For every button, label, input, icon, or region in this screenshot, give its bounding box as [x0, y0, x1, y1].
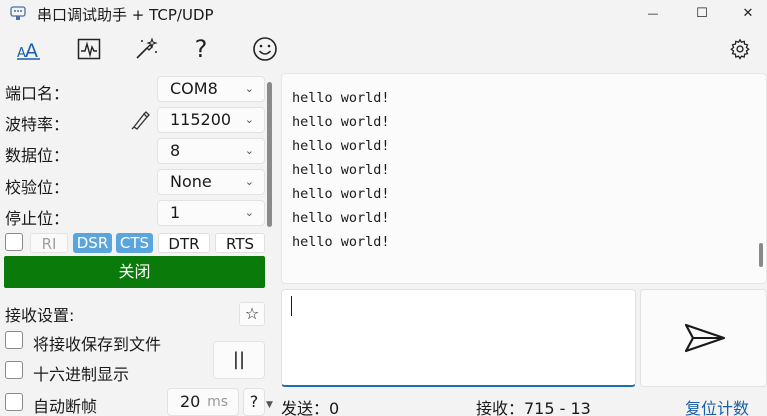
baud-value: 115200: [170, 110, 232, 129]
chevron-down-icon: ⌄: [244, 206, 254, 219]
receive-area[interactable]: hello world! hello world! hello world! h…: [281, 73, 767, 284]
databits-label: 数据位：: [5, 146, 70, 165]
cts-indicator: CTS: [116, 233, 153, 253]
emoji-icon: [253, 37, 277, 61]
frame-interval-unit: ms: [207, 394, 228, 410]
baud-select[interactable]: 115200 ⌄: [157, 107, 265, 133]
frame-interval-input[interactable]: 20 ms: [167, 388, 239, 416]
receive-line: hello world!: [292, 90, 390, 106]
databits-select[interactable]: 8 ⌄: [157, 138, 265, 164]
auto-frame-label: 自动断帧: [33, 397, 98, 416]
parity-select[interactable]: None ⌄: [157, 169, 265, 195]
receive-line: hello world!: [292, 138, 390, 154]
auto-frame-checkbox[interactable]: [5, 393, 23, 411]
send-icon: [684, 323, 726, 353]
dtr-toggle[interactable]: DTR: [158, 233, 210, 253]
stopbits-select[interactable]: 1 ⌄: [157, 200, 265, 226]
dsr-indicator: DSR: [73, 233, 112, 253]
settings-icon: [730, 38, 750, 60]
chevron-down-icon: ⌄: [244, 113, 254, 126]
receive-line: hello world!: [292, 210, 390, 226]
waveform-button[interactable]: [74, 34, 104, 64]
receive-line: hello world!: [292, 162, 390, 178]
font-icon: A A: [17, 40, 40, 61]
title-bar: 串口调试助手 + TCP/UDP — ☐ ✕: [0, 0, 767, 26]
signals-checkbox[interactable]: [5, 233, 23, 251]
help-icon: ?: [194, 35, 208, 63]
scroll-down-arrow-icon[interactable]: ▼: [266, 400, 273, 410]
baud-label: 波特率：: [5, 115, 70, 134]
hex-display-label: 十六进制显示: [33, 365, 130, 384]
stopbits-value: 1: [170, 203, 181, 222]
send-button[interactable]: [640, 289, 767, 387]
databits-value: 8: [170, 141, 181, 160]
hex-display-checkbox[interactable]: [5, 361, 23, 379]
chevron-down-icon: ⌄: [244, 175, 254, 188]
frame-interval-value: 20: [180, 392, 201, 411]
port-select[interactable]: COM8 ⌄: [157, 76, 265, 102]
chevron-down-icon: ⌄: [244, 144, 254, 157]
minimize-button[interactable]: —: [630, 0, 676, 26]
pause-button[interactable]: ||: [213, 341, 265, 379]
theme-icon: [136, 37, 158, 59]
save-to-file-label: 将接收保存到文件: [33, 335, 162, 354]
emoji-button[interactable]: [250, 34, 280, 64]
receive-scrollbar[interactable]: [759, 243, 763, 267]
serial-port-icon: [10, 6, 26, 20]
port-value: COM8: [170, 79, 218, 98]
received-count: 接收：715 - 13: [476, 399, 591, 416]
close-port-button[interactable]: 关闭: [4, 256, 265, 288]
maximize-icon: ☐: [696, 5, 708, 21]
svg-text:A: A: [25, 40, 38, 61]
close-window-button[interactable]: ✕: [725, 0, 767, 26]
favorite-button[interactable]: ☆: [239, 302, 265, 326]
receive-line: hello world!: [292, 186, 390, 202]
waveform-icon: [77, 38, 101, 60]
reset-count-link[interactable]: 复位计数: [685, 395, 749, 416]
save-to-file-checkbox[interactable]: [5, 331, 23, 349]
close-icon: ✕: [742, 5, 754, 21]
ri-indicator: RI: [30, 233, 68, 253]
window-title: 串口调试助手 + TCP/UDP: [37, 6, 214, 24]
stopbits-label: 停止位：: [5, 209, 70, 228]
send-input[interactable]: [281, 289, 636, 387]
minimize-icon: —: [647, 6, 659, 20]
font-button[interactable]: A A: [14, 34, 44, 64]
parity-label: 校验位：: [5, 178, 70, 197]
help-icon: ?: [249, 392, 259, 411]
pause-icon: ||: [232, 349, 246, 370]
receive-line: hello world!: [292, 234, 390, 250]
port-label: 端口名：: [5, 84, 70, 103]
frame-help-button[interactable]: ?: [243, 388, 265, 416]
star-icon: ☆: [244, 304, 260, 323]
parity-value: None: [170, 172, 212, 191]
left-panel-scrollbar[interactable]: [267, 82, 272, 227]
help-button[interactable]: ?: [186, 34, 216, 64]
text-caret: [291, 296, 292, 316]
maximize-button[interactable]: ☐: [679, 0, 725, 26]
chevron-down-icon: ⌄: [244, 82, 254, 95]
rts-toggle[interactable]: RTS: [215, 233, 265, 253]
settings-button[interactable]: [725, 34, 755, 64]
app-window: 串口调试助手 + TCP/UDP — ☐ ✕ A A ? 端口名： COM8 ⌄…: [0, 0, 767, 416]
receive-line: hello world!: [292, 114, 390, 130]
sent-count: 发送：0: [281, 399, 340, 416]
pen-icon[interactable]: [130, 109, 152, 131]
receive-settings-title: 接收设置:: [5, 306, 75, 325]
theme-button[interactable]: [131, 34, 161, 64]
toolbar: A A ?: [0, 30, 767, 68]
